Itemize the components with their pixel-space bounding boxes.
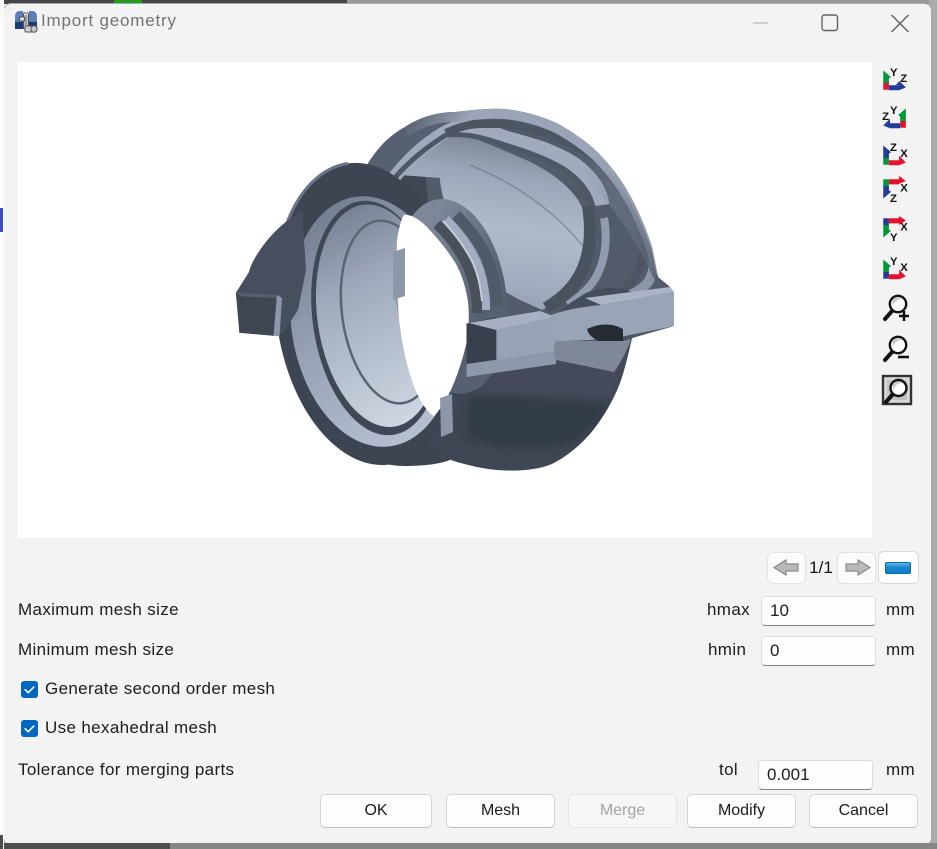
svg-text:Z: Z: [882, 111, 889, 123]
svg-text:Y: Y: [890, 232, 898, 244]
svg-text:Y: Y: [890, 256, 898, 268]
svg-text:Y: Y: [890, 67, 898, 79]
svg-text:Y: Y: [890, 105, 898, 117]
svg-text:X: X: [900, 262, 908, 274]
svg-text:X: X: [900, 148, 908, 160]
svg-text:X: X: [900, 183, 908, 195]
svg-text:X: X: [900, 222, 908, 234]
svg-text:Z: Z: [890, 193, 897, 205]
svg-text:Z: Z: [900, 73, 907, 85]
svg-text:Z: Z: [890, 142, 897, 154]
